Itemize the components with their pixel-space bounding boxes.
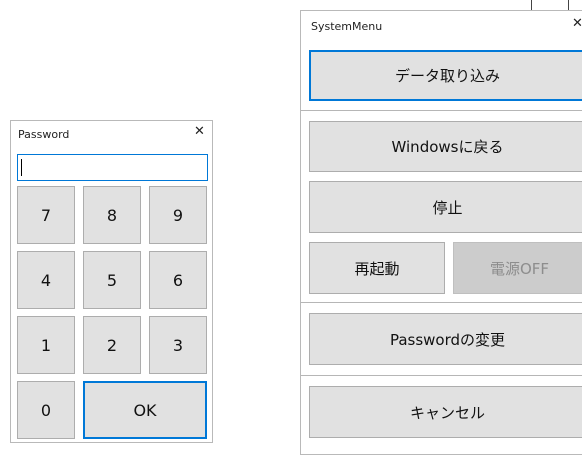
text-caret	[21, 159, 22, 176]
data-import-button[interactable]: データ取り込み	[309, 50, 582, 101]
key-6-label: 6	[172, 270, 184, 290]
key-2-button[interactable]: 2	[83, 316, 141, 374]
power-off-label: 電源OFF	[489, 259, 550, 278]
system-menu-close-icon[interactable]: ✕	[572, 16, 582, 31]
change-password-button[interactable]: Passwordの変更	[309, 313, 582, 365]
data-import-label: データ取り込み	[394, 67, 500, 85]
key-5-label: 5	[106, 270, 118, 290]
key-2-label: 2	[106, 335, 118, 355]
password-dialog-title: Password	[18, 128, 70, 141]
password-dialog: Password ✕ 7 8 9 4 5 6 1 2 3 0 OK	[10, 120, 213, 443]
change-password-label: Passwordの変更	[389, 330, 506, 349]
restart-label: 再起動	[354, 259, 400, 278]
return-to-windows-button[interactable]: Windowsに戻る	[309, 121, 582, 172]
password-input[interactable]	[17, 154, 208, 181]
power-off-button[interactable]: 電源OFF	[453, 242, 582, 294]
key-8-label: 8	[106, 205, 118, 225]
key-3-button[interactable]: 3	[149, 316, 207, 374]
key-6-button[interactable]: 6	[149, 251, 207, 309]
key-0-button[interactable]: 0	[17, 381, 75, 439]
key-7-button[interactable]: 7	[17, 186, 75, 244]
ok-button[interactable]: OK	[83, 381, 207, 439]
key-4-button[interactable]: 4	[17, 251, 75, 309]
key-5-button[interactable]: 5	[83, 251, 141, 309]
stop-label: 停止	[432, 198, 463, 217]
cancel-button[interactable]: キャンセル	[309, 386, 582, 438]
separator	[301, 110, 582, 111]
key-1-label: 1	[40, 335, 52, 355]
key-3-label: 3	[172, 335, 184, 355]
key-0-label: 0	[40, 400, 52, 420]
key-4-label: 4	[40, 270, 52, 290]
key-8-button[interactable]: 8	[83, 186, 141, 244]
key-9-button[interactable]: 9	[149, 186, 207, 244]
stop-button[interactable]: 停止	[309, 181, 582, 233]
separator	[301, 302, 582, 303]
key-1-button[interactable]: 1	[17, 316, 75, 374]
return-to-windows-label: Windowsに戻る	[391, 138, 504, 156]
cancel-label: キャンセル	[409, 403, 485, 422]
password-close-icon[interactable]: ✕	[194, 124, 205, 139]
system-menu-title: SystemMenu	[311, 20, 383, 33]
system-menu-window: SystemMenu ✕ データ取り込み Windowsに戻る 停止 再起動 電…	[300, 10, 582, 455]
key-9-label: 9	[172, 205, 184, 225]
ok-label: OK	[133, 400, 157, 420]
restart-button[interactable]: 再起動	[309, 242, 445, 294]
separator	[301, 375, 582, 376]
key-7-label: 7	[40, 205, 52, 225]
